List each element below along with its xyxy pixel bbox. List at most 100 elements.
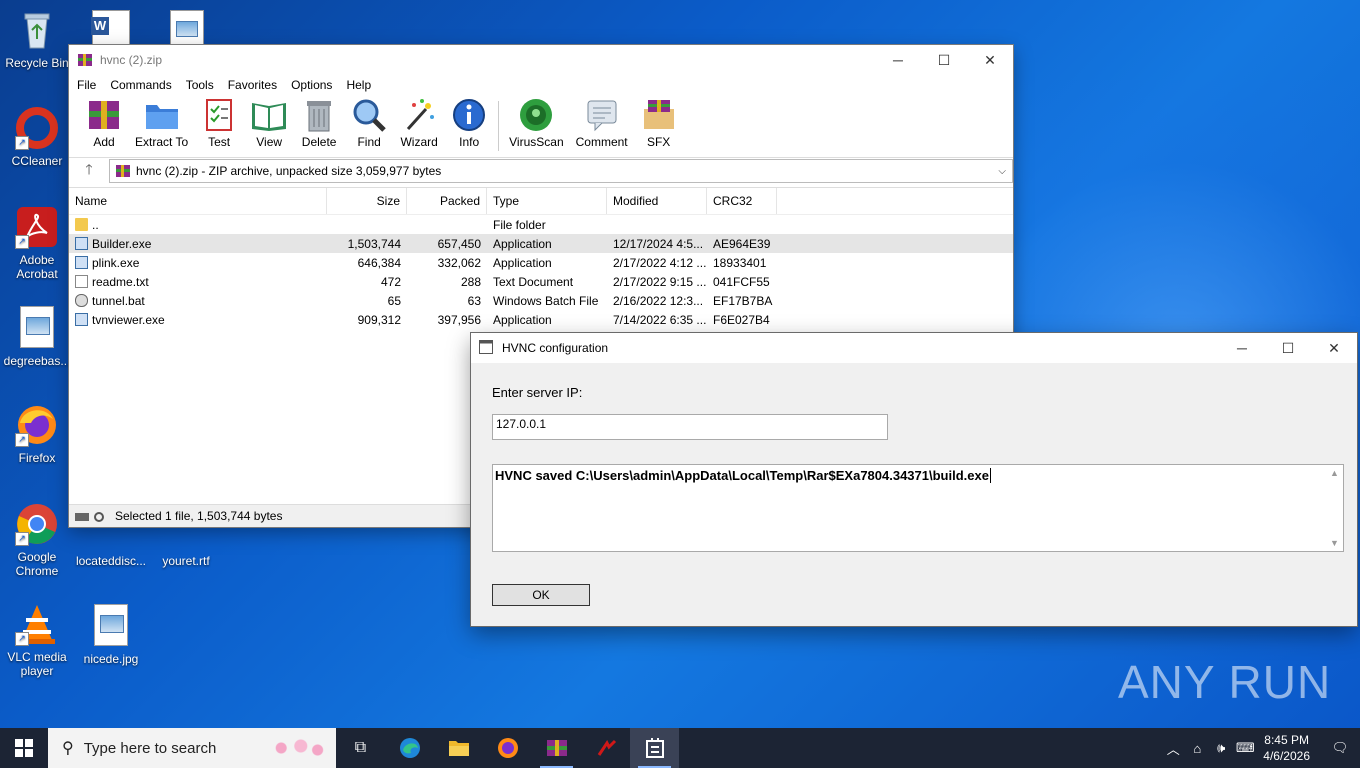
hvnc-config-dialog: HVNC configuration ─ ☐ ✕ Enter server IP… — [471, 333, 1357, 626]
column-modified[interactable]: Modified — [607, 188, 707, 214]
taskbar-edge[interactable] — [385, 728, 434, 768]
image-file-icon[interactable] — [170, 10, 204, 48]
desktop-icon-ccleaner[interactable]: ↗ CCleaner — [1, 106, 73, 168]
delete-button[interactable]: Delete — [294, 95, 344, 149]
clock-date: 4/6/2026 — [1263, 749, 1310, 763]
taskbar-hvnc[interactable] — [630, 728, 679, 768]
desktop-icon-label: Adobe Acrobat — [16, 253, 58, 281]
dialog-titlebar[interactable]: HVNC configuration ─ ☐ ✕ — [471, 333, 1357, 363]
info-icon — [450, 97, 488, 133]
menu-favorites[interactable]: Favorites — [228, 78, 277, 92]
column-type[interactable]: Type — [487, 188, 607, 214]
red-arrow-icon — [597, 739, 616, 756]
clock-time: 8:45 PM — [1264, 733, 1309, 747]
taskbar-firefox[interactable] — [483, 728, 532, 768]
sfx-box-icon — [640, 97, 678, 133]
info-button[interactable]: Info — [444, 95, 494, 149]
column-packed[interactable]: Packed — [407, 188, 487, 214]
wizard-button[interactable]: Wizard — [394, 95, 444, 149]
system-tray: ︿ ⌂ 🕪 ⌨ 8:45 PM 4/6/2026 🗨 — [1161, 728, 1360, 768]
desktop-icon-label: Google Chrome — [15, 550, 59, 578]
clock[interactable]: 8:45 PM 4/6/2026 — [1263, 732, 1310, 764]
menu-file[interactable]: File — [77, 78, 96, 92]
desktop-icon-degreebas[interactable]: degreebas... — [1, 306, 73, 368]
comment-button[interactable]: Comment — [570, 95, 634, 149]
table-row[interactable]: .. File folder — [69, 215, 1013, 234]
trash-icon — [300, 97, 338, 133]
maximize-button[interactable]: ☐ — [921, 45, 967, 75]
table-row[interactable]: tvnviewer.exe 909,312 397,956 Applicatio… — [69, 310, 1013, 329]
scroll-down-icon[interactable]: ▼ — [1330, 538, 1339, 548]
batch-file-icon — [75, 294, 88, 307]
book-view-icon — [250, 97, 288, 133]
taskbar-search[interactable]: ⚲ Type here to search — [48, 728, 336, 768]
scroll-up-icon[interactable]: ▲ — [1330, 468, 1339, 478]
test-checklist-icon — [200, 97, 238, 133]
text-file-icon — [75, 275, 88, 288]
taskbar-file-explorer[interactable] — [434, 728, 483, 768]
close-button[interactable]: ✕ — [1311, 333, 1357, 363]
desktop-icon-label: Recycle Bin — [5, 56, 69, 70]
chevron-down-icon[interactable]: ⌵ — [998, 166, 1006, 177]
desktop-icon-adobe-acrobat[interactable]: ↗ Adobe Acrobat — [1, 205, 73, 281]
menu-help[interactable]: Help — [346, 78, 371, 92]
ccleaner-icon: ↗ — [15, 106, 59, 150]
menu-tools[interactable]: Tools — [186, 78, 214, 92]
task-view-icon: ⧉ — [354, 739, 367, 756]
server-ip-input[interactable]: 127.0.0.1 — [492, 414, 888, 440]
maximize-button[interactable]: ☐ — [1265, 333, 1311, 363]
close-button[interactable]: ✕ — [967, 45, 1013, 75]
minimize-button[interactable]: ─ — [1219, 333, 1265, 363]
meet-icon[interactable]: ⌂ — [1185, 741, 1209, 756]
view-button[interactable]: View — [244, 95, 294, 149]
output-textarea[interactable]: HVNC saved C:\Users\admin\AppData\Local\… — [492, 464, 1344, 552]
magic-wand-icon — [400, 97, 438, 133]
table-row[interactable]: tunnel.bat 65 63 Windows Batch File 2/16… — [69, 291, 1013, 310]
menu-commands[interactable]: Commands — [110, 78, 171, 92]
desktop-icon-google-chrome[interactable]: ↗ Google Chrome — [1, 502, 73, 578]
taskbar-app-red[interactable] — [581, 728, 630, 768]
find-button[interactable]: Find — [344, 95, 394, 149]
winrar-titlebar[interactable]: hvnc (2).zip ─ ☐ ✕ — [69, 45, 1013, 75]
virusscan-button[interactable]: VirusScan — [503, 95, 569, 149]
column-name[interactable]: Name — [69, 188, 327, 214]
table-row[interactable]: readme.txt 472 288 Text Document 2/17/20… — [69, 272, 1013, 291]
column-size[interactable]: Size — [327, 188, 407, 214]
chevron-up-icon[interactable]: ︿ — [1161, 739, 1185, 758]
table-row[interactable]: plink.exe 646,384 332,062 Application 2/… — [69, 253, 1013, 272]
desktop-icon-label: nicede.jpg — [83, 652, 139, 666]
word-document-icon[interactable]: W — [91, 10, 130, 48]
desktop-icon-label: locateddisc... — [75, 554, 147, 568]
desktop-icon-vlc[interactable]: ↗ VLC media player — [1, 602, 73, 678]
zip-archive-icon — [116, 164, 130, 178]
notifications-icon[interactable]: 🗨 — [1320, 740, 1360, 756]
folder-extract-icon — [143, 97, 181, 133]
start-button[interactable] — [0, 728, 48, 768]
toolbar-separator — [498, 101, 500, 151]
table-row[interactable]: Builder.exe 1,503,744 657,450 Applicatio… — [69, 234, 1013, 253]
add-button[interactable]: Add — [79, 95, 129, 149]
status-text: Selected 1 file, 1,503,744 bytes — [115, 509, 283, 523]
minimize-button[interactable]: ─ — [875, 45, 921, 75]
textarea-scrollbar[interactable]: ▲ ▼ — [1327, 465, 1343, 551]
address-dropdown[interactable]: hvnc (2).zip - ZIP archive, unpacked siz… — [109, 159, 1013, 183]
column-crc32[interactable]: CRC32 — [707, 188, 777, 214]
desktop-icon-label: VLC media player — [7, 650, 67, 678]
desktop-icon-recycle-bin[interactable]: Recycle Bin — [1, 8, 73, 70]
extract-to-button[interactable]: Extract To — [129, 95, 194, 149]
taskbar-winrar[interactable] — [532, 728, 581, 768]
menu-options[interactable]: Options — [291, 78, 332, 92]
language-icon[interactable]: ⌨ — [1233, 740, 1257, 756]
task-view-button[interactable]: ⧉ — [336, 728, 385, 768]
test-button[interactable]: Test — [194, 95, 244, 149]
window-title: hvnc (2).zip — [100, 53, 163, 67]
volume-icon[interactable]: 🕪 — [1209, 740, 1233, 756]
add-archive-icon — [85, 97, 123, 133]
desktop-icon-firefox[interactable]: ↗ Firefox — [1, 403, 73, 465]
window-app-icon — [479, 340, 495, 356]
search-placeholder: Type here to search — [83, 739, 217, 757]
desktop-icon-nicede-jpg[interactable]: nicede.jpg — [75, 604, 147, 666]
sfx-button[interactable]: SFX — [634, 95, 684, 149]
ok-button[interactable]: OK — [492, 584, 590, 606]
up-arrow-icon[interactable]: 🡑 — [69, 159, 109, 183]
